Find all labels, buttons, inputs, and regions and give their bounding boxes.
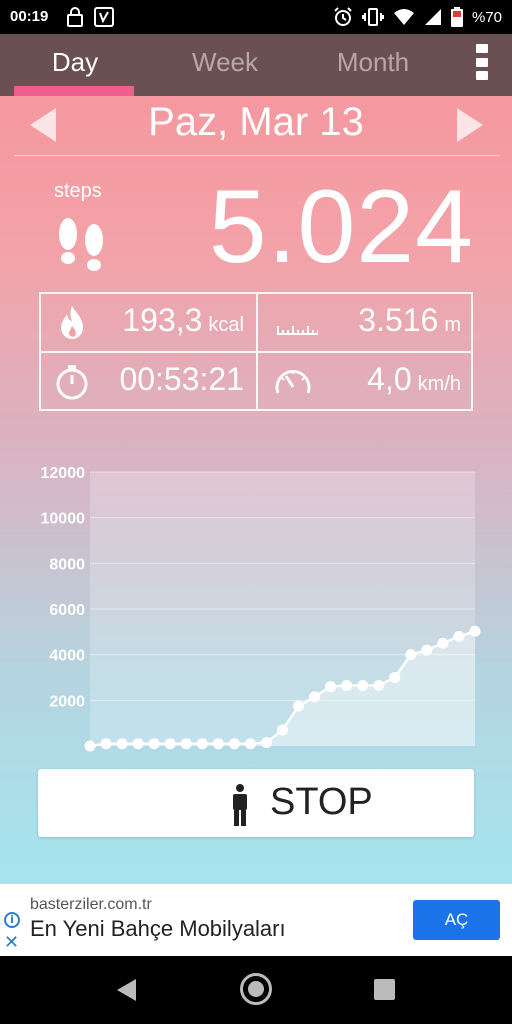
data-point	[293, 700, 305, 712]
steps-chart-svg: 2000400060008000100001200024681012141618…	[41, 465, 481, 752]
date-navigator: Paz, Mar 13	[0, 98, 512, 154]
recent-apps-icon[interactable]	[374, 979, 395, 1000]
data-point	[357, 679, 369, 691]
data-point	[132, 738, 144, 750]
lock-icon	[67, 7, 83, 27]
distance-cell: 3.516 m	[258, 294, 473, 351]
data-point	[405, 649, 417, 661]
data-point	[84, 740, 96, 752]
y-tick-label: 2000	[49, 693, 85, 710]
data-point	[277, 724, 288, 736]
ad-domain: basterziler.com.tr	[30, 896, 152, 913]
data-point	[453, 630, 465, 642]
distance-value: 3.516	[358, 302, 439, 338]
active-tab-indicator	[14, 86, 134, 96]
data-point	[373, 679, 385, 691]
y-tick-label: 10000	[41, 511, 86, 528]
data-point	[196, 738, 208, 750]
steps-summary: steps 5.024	[0, 169, 512, 304]
duration-cell: 00:53:21	[41, 353, 256, 410]
steps-label: steps	[54, 180, 102, 202]
stopwatch-icon	[56, 365, 88, 400]
flame-icon	[61, 306, 83, 339]
data-point	[325, 681, 337, 693]
data-point	[164, 738, 176, 750]
data-point	[437, 637, 449, 649]
previous-day-icon[interactable]	[30, 108, 56, 142]
data-point	[116, 738, 128, 750]
y-tick-label: 4000	[49, 648, 85, 665]
footprints-icon	[59, 218, 103, 271]
tab-month[interactable]: Month	[298, 34, 448, 96]
distance-unit: m	[444, 314, 461, 336]
y-tick-label: 6000	[49, 602, 85, 619]
speedometer-icon	[275, 370, 311, 394]
calories-value: 193,3	[122, 302, 203, 338]
battery-percent: %70	[471, 8, 502, 26]
data-point	[180, 738, 192, 750]
data-point	[341, 679, 353, 691]
date-label: Paz, Mar 13	[148, 100, 364, 144]
wifi-icon	[393, 9, 414, 25]
ad-banner[interactable]: i ✕ basterziler.com.tr En Yeni Bahçe Mob…	[0, 884, 512, 956]
person-icon	[233, 784, 247, 826]
ad-info-icon[interactable]: i	[4, 912, 20, 928]
alarm-icon	[334, 7, 352, 26]
ad-close-icon[interactable]: ✕	[4, 932, 19, 953]
data-point	[148, 738, 160, 750]
stop-label: STOP	[270, 781, 373, 823]
y-tick-label: 12000	[41, 465, 86, 482]
steps-chart: 2000400060008000100001200024681012141618…	[0, 424, 512, 754]
data-point	[260, 737, 272, 749]
vibrate-icon	[361, 8, 384, 26]
data-point	[309, 691, 321, 703]
y-tick-label: 8000	[49, 556, 85, 573]
cellular-signal-icon	[424, 9, 441, 25]
tab-bar: Day Week Month	[0, 34, 512, 96]
back-icon[interactable]	[117, 979, 136, 1001]
calories-cell: 193,3 kcal	[41, 294, 256, 351]
battery-icon	[450, 7, 463, 27]
data-point	[244, 738, 256, 750]
ruler-icon	[277, 326, 318, 335]
status-bar: 00:19 %70	[0, 0, 512, 34]
speed-unit: km/h	[417, 373, 461, 395]
ad-title[interactable]: En Yeni Bahçe Mobilyaları	[30, 916, 286, 942]
speed-value: 4,0	[367, 361, 412, 397]
divider	[14, 155, 500, 156]
system-nav-bar	[0, 956, 512, 1024]
home-icon[interactable]	[240, 973, 272, 1005]
speed-cell: 4,0 km/h	[258, 353, 473, 410]
overflow-menu-icon[interactable]	[476, 44, 490, 80]
data-point	[389, 672, 401, 683]
duration-value: 00:53:21	[119, 361, 244, 397]
ad-open-button[interactable]: AÇ	[413, 900, 500, 940]
tab-week[interactable]: Week	[150, 34, 300, 96]
stats-grid: 193,3 kcal 3.516 m 00:53:21 4,0 km/h	[39, 292, 473, 411]
data-point	[421, 644, 433, 656]
app-notification-icon	[94, 7, 114, 27]
step-count: 5.024	[208, 169, 474, 285]
pedometer-screen: Day Week Month Paz, Mar 13 steps 5.024 1…	[0, 34, 512, 884]
data-point	[100, 738, 112, 750]
next-day-icon[interactable]	[457, 108, 483, 142]
calories-unit: kcal	[208, 314, 244, 336]
status-time: 00:19	[10, 8, 49, 25]
data-point	[469, 625, 481, 637]
data-point	[212, 738, 224, 750]
data-point	[228, 738, 240, 750]
stop-button[interactable]: STOP	[38, 769, 474, 837]
